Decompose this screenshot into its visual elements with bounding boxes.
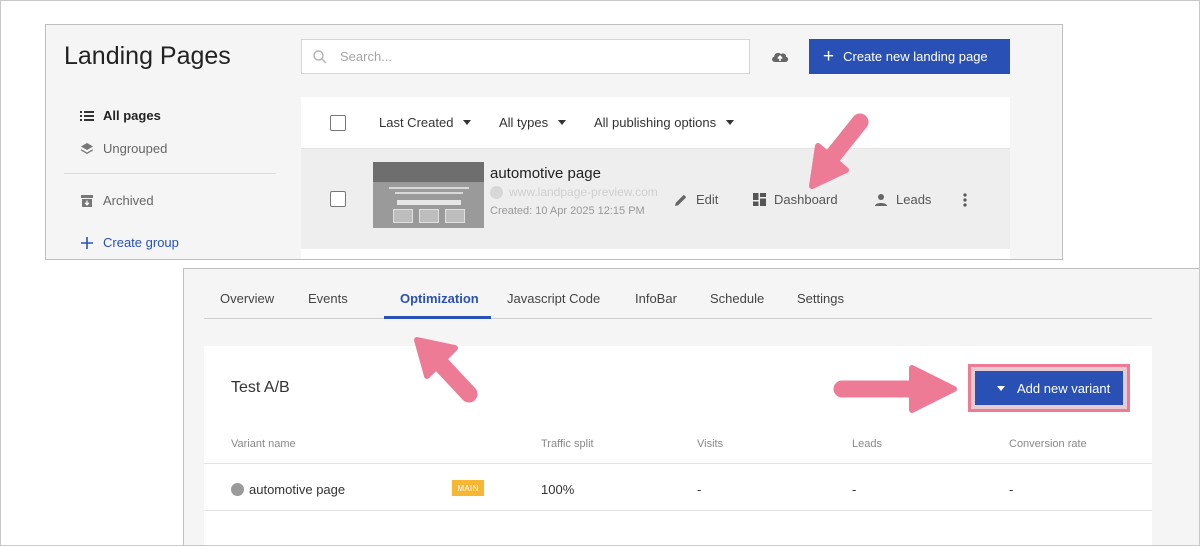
page-thumbnail[interactable] [373,162,484,228]
tab-optimization[interactable]: Optimization [400,291,479,306]
caret-down-icon [997,385,1005,391]
edit-action[interactable]: Edit [674,192,718,207]
tab-bar: Overview Events Optimization Javascript … [204,269,1152,319]
dashboard-icon [753,193,766,206]
select-all-checkbox[interactable] [330,115,346,131]
tab-events[interactable]: Events [308,291,348,306]
column-header: Traffic split [541,438,594,450]
visits-value: - [697,482,702,497]
page-title: Landing Pages [64,42,231,70]
types-dropdown[interactable]: All types [499,115,567,130]
filter-label: Last Created [379,115,454,130]
cloud-upload-icon[interactable] [770,47,790,65]
conversion-value: - [1009,482,1014,497]
tab-schedule[interactable]: Schedule [710,291,764,306]
nav-label: Archived [103,193,154,208]
section-title: Test A/B [231,379,290,396]
more-vert-icon[interactable] [962,192,968,208]
page-url-text: www.landpage-preview.com [509,185,658,199]
edit-label: Edit [696,192,719,207]
landing-pages-panel: Landing Pages + Create new landing page … [45,24,1063,260]
row-checkbox[interactable] [330,191,346,207]
person-icon [875,193,887,206]
main-badge: MAIN [452,480,484,496]
caret-down-icon [463,120,472,125]
page-created: Created: 10 Apr 2025 12:15 PM [490,205,645,217]
variant-name-text: automotive page [249,482,346,497]
divider [204,463,1152,464]
thumb-line [395,192,463,194]
filter-bar: Last Created All types All publishing op… [301,97,1010,149]
thumb-button [397,200,461,205]
list-icon [80,110,94,121]
thumb-line [389,187,469,189]
search-icon [313,50,327,64]
active-tab-indicator [384,316,491,319]
column-header: Conversion rate [1009,438,1087,450]
publishing-dropdown[interactable]: All publishing options [594,115,735,130]
add-variant-label: Add new variant [1017,380,1111,396]
archive-icon [81,194,93,207]
pencil-icon [675,194,687,206]
tab-infobar[interactable]: InfoBar [635,291,677,306]
dashboard-label: Dashboard [774,192,838,207]
add-variant-highlight: Add new variant [968,364,1130,412]
tab-settings[interactable]: Settings [797,291,844,306]
thumb-box [419,209,439,223]
create-landing-page-button[interactable]: + Create new landing page [809,39,1010,74]
nav-label: Create group [103,235,179,250]
filter-label: All types [499,115,549,130]
leads-action[interactable]: Leads [874,192,931,207]
filter-label: All publishing options [594,115,717,130]
nav-label: Ungrouped [103,141,168,156]
nav-item-create-group[interactable]: Create group [80,235,179,250]
dashboard-action[interactable]: Dashboard [753,192,838,207]
nav-item-archived[interactable]: Archived [80,193,154,208]
search-box[interactable] [301,39,750,74]
nav-divider [64,173,276,174]
variant-name[interactable]: automotive page [231,482,345,497]
tab-javascript-code[interactable]: Javascript Code [507,291,600,306]
page-name[interactable]: automotive page [490,165,601,182]
unpublished-icon [231,483,244,496]
nav-item-all-pages[interactable]: All pages [80,108,161,123]
add-variant-button[interactable]: Add new variant [975,371,1123,405]
page-url[interactable]: www.landpage-preview.com [490,185,662,199]
thumb-box [393,209,413,223]
dashboard-panel: Overview Events Optimization Javascript … [183,268,1200,546]
divider [204,510,1152,511]
caret-down-icon [726,120,735,125]
plus-icon: + [823,46,835,67]
thumb-box [445,209,465,223]
leads-value: - [852,482,857,497]
nav-item-ungrouped[interactable]: Ungrouped [80,141,167,156]
column-header: Visits [697,438,724,450]
create-button-label: Create new landing page [843,49,988,64]
list-item: automotive page www.landpage-preview.com… [301,149,1010,249]
plus-icon [81,236,93,249]
thumb-header [373,162,484,182]
traffic-split: 100% [541,482,575,497]
layers-icon [81,142,93,154]
search-input[interactable] [340,40,740,73]
column-header: Variant name [231,438,296,450]
nav-label: All pages [103,108,161,123]
ab-test-card: Test A/B Add new variant Variant name Tr… [204,346,1152,545]
tab-overview[interactable]: Overview [220,291,274,306]
landing-page-list: Last Created All types All publishing op… [301,97,1010,259]
leads-label: Leads [896,192,932,207]
sort-dropdown[interactable]: Last Created [379,115,472,130]
column-header: Leads [852,438,882,450]
caret-down-icon [558,120,567,125]
unpublished-icon [490,185,503,199]
